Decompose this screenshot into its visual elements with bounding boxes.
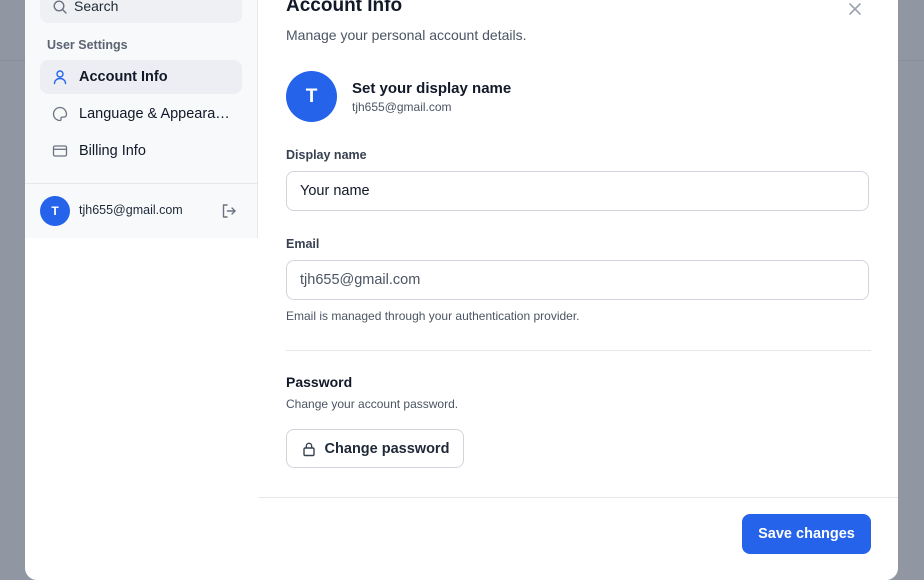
search-placeholder: Search <box>74 0 119 14</box>
search-icon <box>53 0 67 14</box>
sidebar-item-label: Billing Info <box>79 143 146 159</box>
user-email: tjh655@gmail.com <box>79 203 183 217</box>
sidebar-item-language-appearance[interactable]: Language & Appearance <box>40 97 242 131</box>
section-label-user-settings: User Settings <box>47 38 128 52</box>
email-field[interactable] <box>286 260 869 300</box>
page-title: Account Info <box>286 0 403 16</box>
settings-modal: Search User Settings Account Info Langua… <box>25 0 898 580</box>
sidebar-item-billing-info[interactable]: Billing Info <box>40 134 242 168</box>
footer-divider <box>258 497 898 498</box>
email-hint: Email is managed through your authentica… <box>286 309 580 323</box>
account-info-panel: Account Info Manage your personal accoun… <box>258 0 898 580</box>
page-subtitle: Manage your personal account details. <box>286 27 527 43</box>
sidebar-item-account-info[interactable]: Account Info <box>40 60 242 94</box>
close-icon[interactable] <box>846 0 864 18</box>
settings-sidebar: Search User Settings Account Info Langua… <box>25 0 258 238</box>
sidebar-divider <box>25 183 257 184</box>
profile-email: tjh655@gmail.com <box>352 100 452 114</box>
save-button[interactable]: Save changes <box>742 514 871 554</box>
section-divider <box>286 350 871 351</box>
change-password-button[interactable]: Change password <box>286 429 464 468</box>
sidebar-user: T tjh655@gmail.com <box>40 196 242 228</box>
sidebar-search[interactable]: Search <box>40 0 242 23</box>
logout-icon[interactable] <box>220 202 238 220</box>
display-name-label: Display name <box>286 148 367 162</box>
avatar: T <box>40 196 70 226</box>
password-title: Password <box>286 374 353 390</box>
sidebar-item-label: Account Info <box>79 69 168 85</box>
user-icon <box>51 68 69 86</box>
email-label: Email <box>286 237 320 251</box>
display-name-input[interactable] <box>286 171 869 211</box>
profile-avatar: T <box>286 71 337 122</box>
profile-heading: Set your display name <box>352 80 512 97</box>
palette-icon <box>51 105 69 123</box>
sidebar-item-label: Language & Appearance <box>79 106 234 122</box>
credit-card-icon <box>51 142 69 160</box>
lock-icon <box>302 442 315 456</box>
password-subtitle: Change your account password. <box>286 397 459 411</box>
change-password-label: Change password <box>324 440 450 457</box>
